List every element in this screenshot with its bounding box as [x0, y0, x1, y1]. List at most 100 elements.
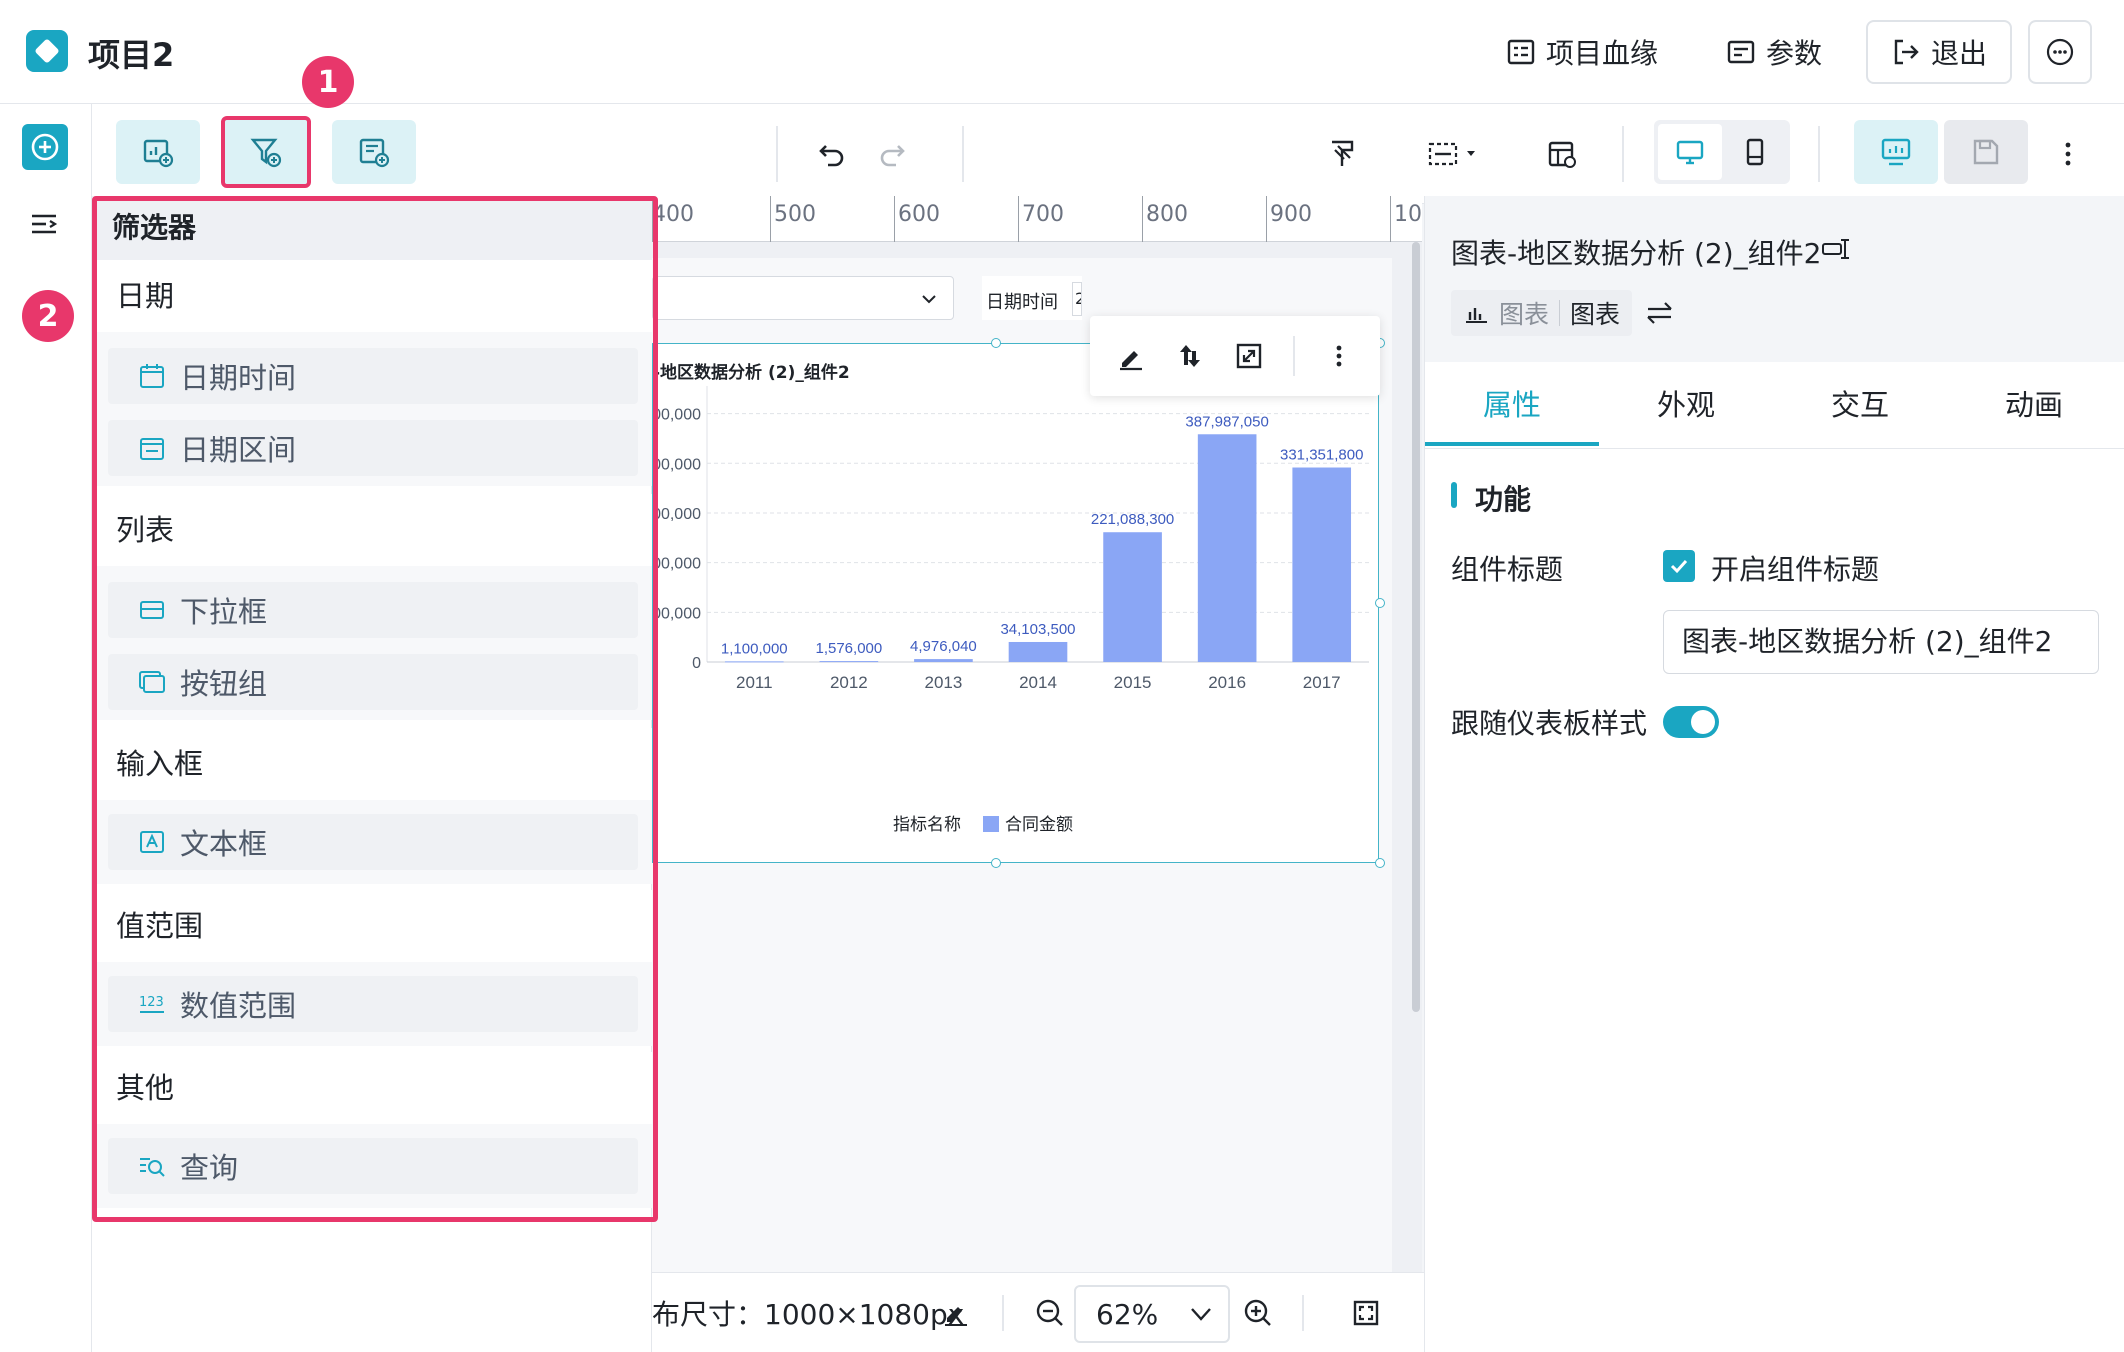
- date-filter-value[interactable]: 2: [1072, 282, 1082, 316]
- tab-appearance[interactable]: 外观: [1599, 380, 1773, 446]
- calendar-icon: [140, 364, 164, 388]
- enable-title-label: 开启组件标题: [1711, 553, 1880, 586]
- ruler-tick: [770, 196, 771, 242]
- follow-theme-toggle[interactable]: [1663, 706, 1719, 738]
- align-distribute-button[interactable]: [1412, 124, 1492, 184]
- toolbar-more-button[interactable]: [2038, 124, 2098, 184]
- date-filter-label: 日期时间: [986, 292, 1058, 313]
- zoom-out-icon[interactable]: [1034, 1297, 1066, 1329]
- more-vertical-icon: [2065, 142, 2071, 166]
- params-button[interactable]: 参数: [1726, 26, 1822, 78]
- chip-type-label: 图表: [1499, 300, 1550, 329]
- resize-handle[interactable]: [1375, 598, 1385, 608]
- filter-item-button-group[interactable]: 按钮组: [108, 654, 638, 710]
- filter-item-numeric-range[interactable]: 123 数值范围: [108, 976, 638, 1032]
- follow-theme-label: 跟随仪表板样式: [1451, 707, 1648, 740]
- params-icon: [1727, 40, 1755, 64]
- toolbar-divider: [962, 126, 964, 182]
- edit-size-icon[interactable]: [942, 1299, 970, 1327]
- canvas-scrollbar[interactable]: [1412, 242, 1420, 1012]
- more-vertical-icon[interactable]: [1324, 341, 1354, 371]
- phone-icon: [1746, 138, 1764, 166]
- chip-subtype-label: 图表: [1570, 300, 1621, 329]
- project-lineage-button[interactable]: 项目血缘: [1506, 26, 1658, 78]
- exit-button[interactable]: 退出: [1866, 20, 2012, 84]
- add-text-icon: [359, 138, 390, 168]
- more-options-button[interactable]: [2028, 20, 2092, 84]
- add-chart-button[interactable]: [116, 120, 200, 184]
- filter-item-text-box[interactable]: 文本框: [108, 814, 638, 870]
- chart-component[interactable]: -地区数据分析 (2)_组件2 ,000,000,000,000,000,000…: [652, 338, 1385, 868]
- filter-group-body: 下拉框 按钮组: [92, 566, 652, 720]
- bottom-divider: [1002, 1295, 1004, 1331]
- zoom-select[interactable]: 62%: [1074, 1285, 1230, 1343]
- tab-properties[interactable]: 属性: [1425, 380, 1599, 446]
- filter-item-datetime[interactable]: 日期时间: [108, 348, 638, 404]
- dropdown-icon: [140, 601, 164, 619]
- x-tick-label: 2014: [1019, 673, 1057, 692]
- filter-group-other: 其他: [92, 1052, 652, 1124]
- save-button[interactable]: [1944, 120, 2028, 184]
- ruler-tick: [1390, 196, 1391, 242]
- format-painter-button[interactable]: [1312, 124, 1372, 184]
- x-tick-label: 2012: [830, 673, 868, 692]
- resize-handle[interactable]: [991, 858, 1001, 868]
- ruler-label: 800: [1146, 202, 1188, 227]
- data-label: 1,100,000: [721, 640, 788, 657]
- distribute-icon: [1428, 142, 1475, 166]
- data-label: 331,351,800: [1280, 447, 1363, 464]
- exit-label: 退出: [1930, 37, 1987, 70]
- swap-axes-icon[interactable]: [1175, 341, 1205, 371]
- add-text-button[interactable]: [332, 120, 416, 184]
- dropdown-filter-widget[interactable]: [652, 276, 954, 320]
- resize-handle[interactable]: [1375, 858, 1385, 868]
- y-tick-label: ,000,000: [653, 456, 701, 473]
- switch-type-icon[interactable]: [1645, 300, 1675, 326]
- outline-button[interactable]: [28, 208, 62, 246]
- enable-title-checkbox[interactable]: [1663, 550, 1695, 582]
- filter-item-date-range[interactable]: 日期区间: [108, 420, 638, 476]
- filter-item-dropdown[interactable]: 下拉框: [108, 582, 638, 638]
- mobile-view-button[interactable]: [1724, 124, 1786, 180]
- properties-header: 图表-地区数据分析 (2)_组件2 图表 图表: [1425, 196, 2124, 362]
- lineage-icon: [1507, 39, 1535, 65]
- tab-animation[interactable]: 动画: [1947, 380, 2121, 446]
- edit-pen-icon[interactable]: [1116, 341, 1146, 371]
- bar-chart-icon: [1466, 308, 1487, 323]
- add-component-button[interactable]: [22, 124, 68, 170]
- plus-circle-icon: [31, 133, 59, 161]
- section-title: 功能: [1475, 483, 1532, 516]
- fullscreen-icon[interactable]: [1234, 341, 1264, 371]
- properties-panel: 图表-地区数据分析 (2)_组件2 图表 图表 属性 外观 交互 动画 功能 组…: [1424, 196, 2124, 1352]
- bar: [819, 661, 879, 663]
- add-filter-button[interactable]: [221, 116, 311, 188]
- layout-settings-button[interactable]: [1532, 124, 1592, 184]
- rename-icon[interactable]: [1821, 236, 1851, 262]
- filter-group-input: 输入框: [92, 728, 652, 800]
- filter-group-body: 日期时间 日期区间: [92, 332, 652, 486]
- zoom-in-icon[interactable]: [1242, 1297, 1274, 1329]
- annotation-badge-2: 2: [22, 290, 74, 342]
- logout-icon: [1894, 39, 1919, 65]
- check-icon: [1670, 559, 1688, 574]
- legend-title: 指标名称: [893, 815, 961, 834]
- undo-button[interactable]: [802, 124, 862, 184]
- toolbar-divider: [1292, 336, 1295, 376]
- tab-interaction[interactable]: 交互: [1773, 380, 1947, 446]
- legend-label: 合同金额: [1005, 815, 1073, 834]
- fit-screen-icon[interactable]: [1350, 1297, 1382, 1329]
- redo-button[interactable]: [862, 124, 922, 184]
- undo-icon: [819, 145, 844, 167]
- filter-item-query[interactable]: 查询: [108, 1138, 638, 1194]
- resize-handle[interactable]: [991, 338, 1001, 348]
- date-filter-widget[interactable]: 日期时间 2: [982, 276, 1082, 320]
- preview-button[interactable]: [1854, 120, 1938, 184]
- toolbar-divider: [776, 126, 778, 182]
- ruler-label: 10: [1394, 202, 1422, 227]
- desktop-view-button[interactable]: [1658, 124, 1722, 180]
- component-title-input[interactable]: 图表-地区数据分析 (2)_组件2: [1663, 610, 2099, 674]
- filter-item-label: 数值范围: [180, 989, 297, 1023]
- data-label: 34,103,500: [1000, 621, 1075, 638]
- data-label: 4,976,040: [910, 638, 977, 655]
- bar: [724, 661, 784, 663]
